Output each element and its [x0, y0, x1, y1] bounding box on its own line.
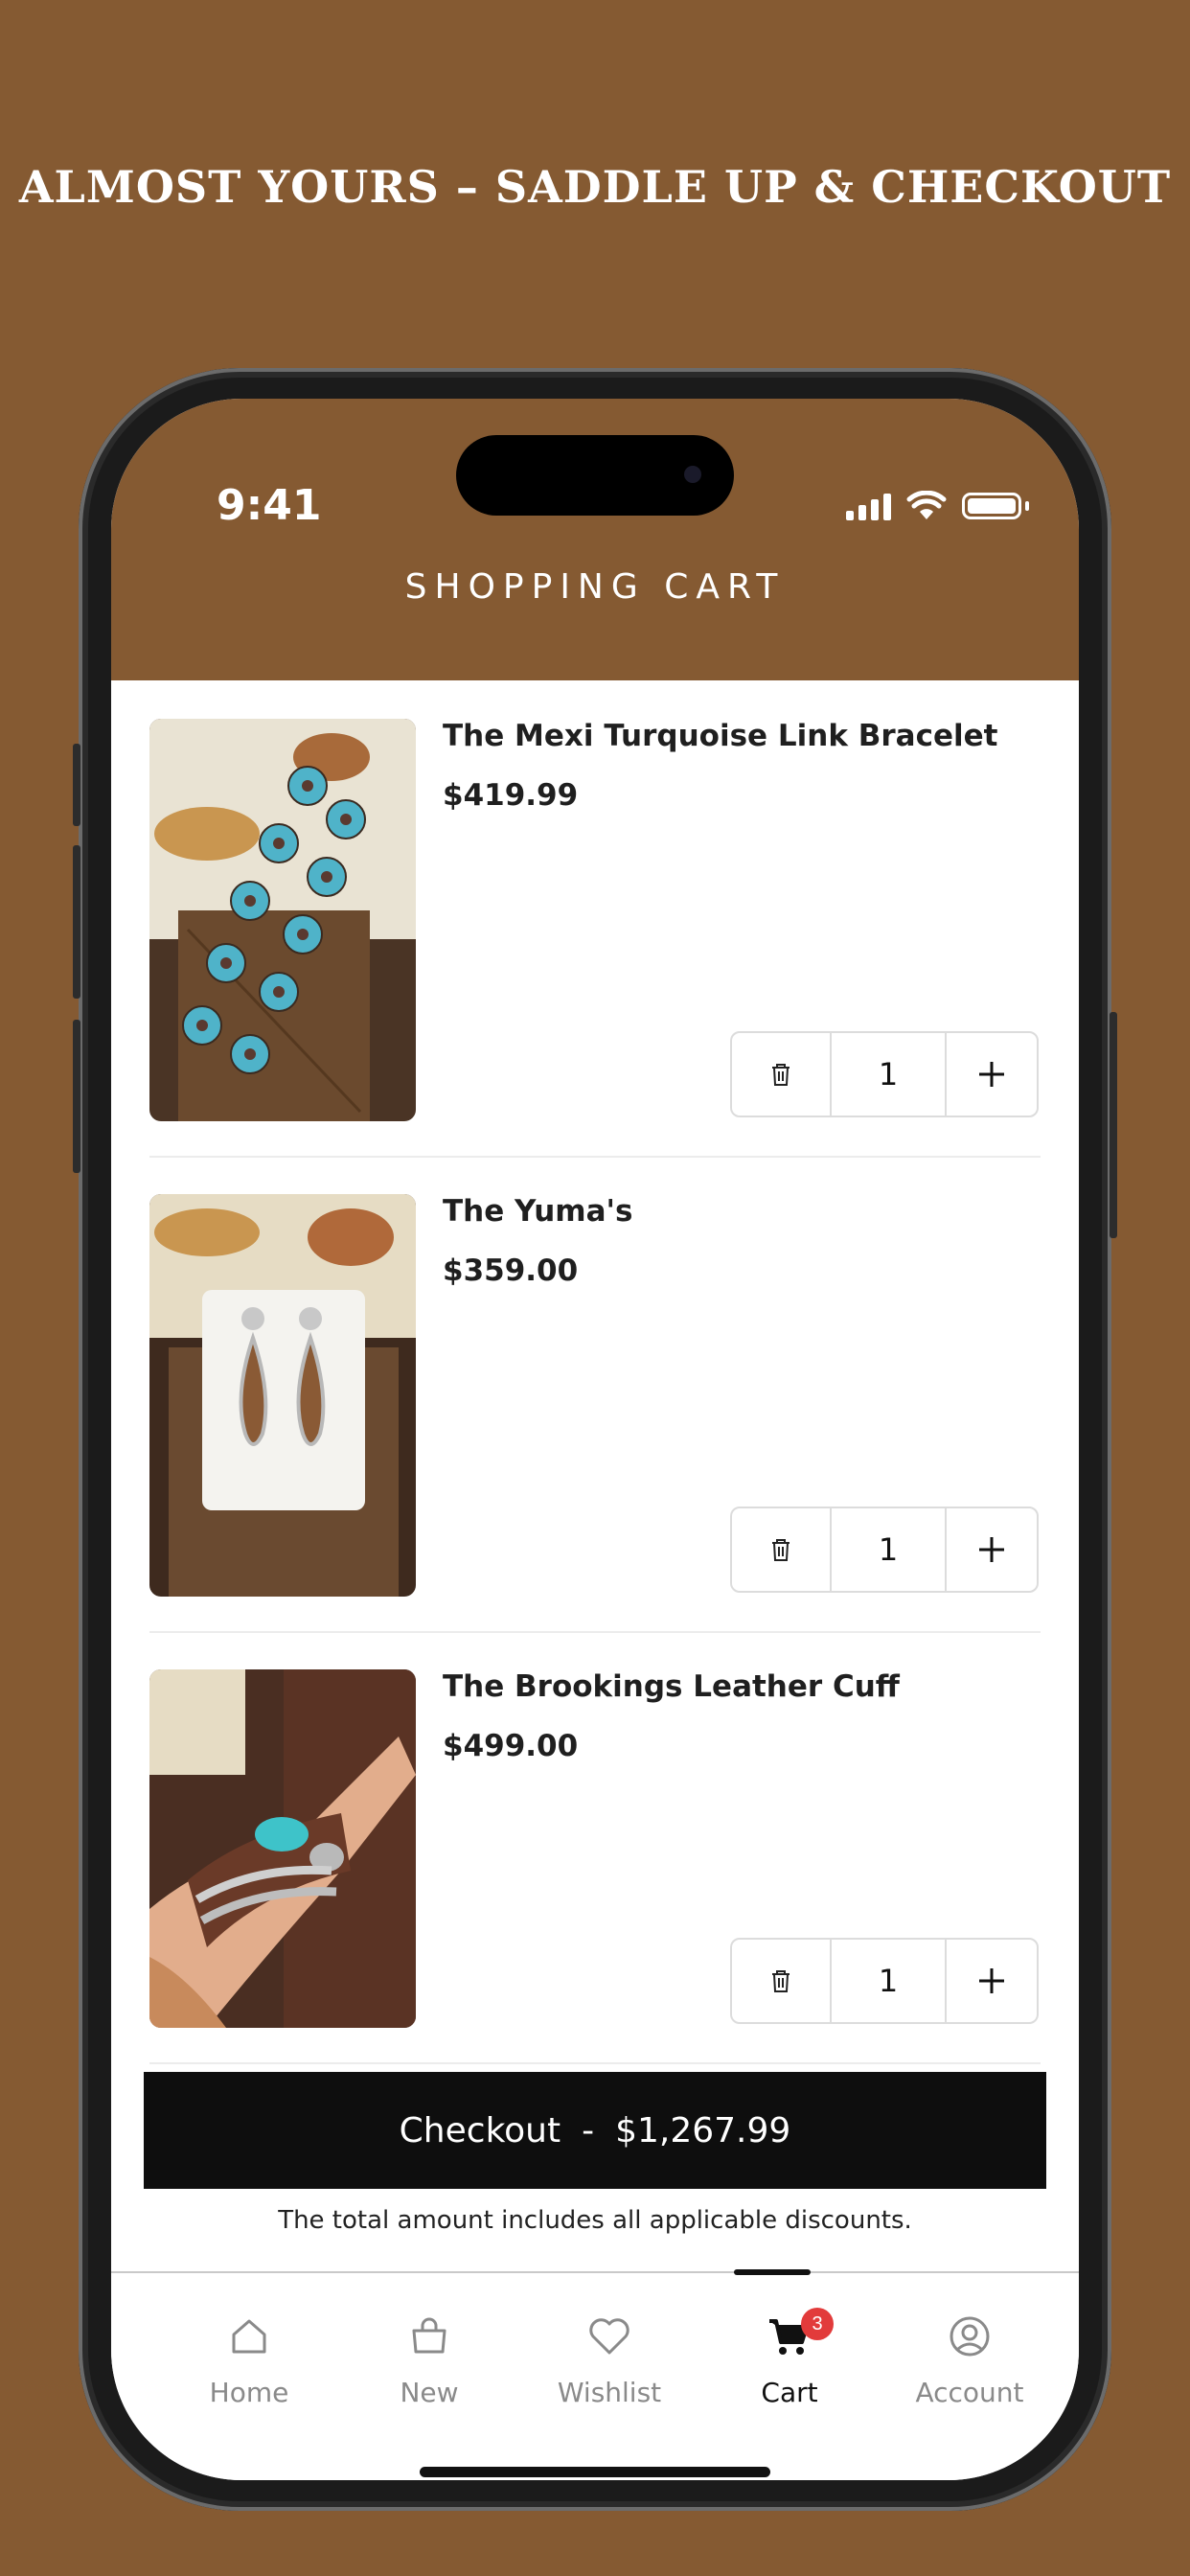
tab-label: Wishlist [557, 2377, 662, 2408]
cart-item: The Yuma's $359.00 1 [149, 1194, 1041, 1597]
status-icons [846, 491, 1029, 521]
cart-item: The Brookings Leather Cuff $499.00 1 [149, 1669, 1041, 2028]
product-image-earrings[interactable] [149, 1194, 416, 1597]
tab-label: Home [209, 2377, 289, 2408]
plus-icon [979, 1062, 1004, 1087]
delete-button[interactable] [732, 1508, 832, 1591]
quantity-stepper: 1 [730, 1031, 1039, 1117]
item-divider [149, 1631, 1041, 1633]
increase-quantity-button[interactable] [947, 1033, 1037, 1116]
dynamic-island [456, 435, 734, 516]
heart-icon [589, 2318, 629, 2355]
product-name[interactable]: The Mexi Turquoise Link Bracelet [443, 719, 997, 753]
tab-new[interactable]: New [353, 2310, 506, 2408]
product-image-cuff[interactable] [149, 1669, 416, 2028]
tab-account[interactable]: Account [893, 2310, 1046, 2408]
checkout-button[interactable]: Checkout - $1,267.99 [144, 2072, 1046, 2189]
increase-quantity-button[interactable] [947, 1508, 1037, 1591]
cart-count-badge: 3 [801, 2308, 834, 2340]
volume-down-button [73, 1020, 80, 1173]
quantity-value: 1 [832, 1033, 947, 1116]
phone-frame: 9:41 SHOPPING CART The Mexi Turquoise Li… [73, 368, 1117, 2511]
quantity-value: 1 [832, 1508, 947, 1591]
cart-item: The Mexi Turquoise Link Bracelet $419.99… [149, 719, 1041, 1121]
promo-headline: ALMOST YOURS – SADDLE UP & CHECKOUT [18, 161, 1172, 213]
product-price: $359.00 [443, 1254, 579, 1288]
item-divider [149, 1156, 1041, 1158]
tab-label: Cart [761, 2377, 818, 2408]
plus-icon [979, 1537, 1004, 1562]
app-screen: 9:41 SHOPPING CART The Mexi Turquoise Li… [111, 399, 1079, 2480]
trash-icon [772, 1970, 790, 1992]
product-price: $419.99 [443, 778, 579, 813]
tab-bar: Home New Wishlist 3 Cart Account [111, 2269, 1079, 2480]
tab-home[interactable]: Home [172, 2310, 326, 2408]
home-icon [232, 2319, 266, 2354]
signal-icon [846, 492, 891, 520]
quantity-value: 1 [832, 1940, 947, 2022]
status-time: 9:41 [217, 481, 322, 530]
bag-icon [412, 2317, 446, 2354]
power-button [1110, 1012, 1117, 1238]
product-name[interactable]: The Brookings Leather Cuff [443, 1669, 900, 1704]
tab-label: Account [915, 2377, 1024, 2408]
product-image-bracelet[interactable] [149, 719, 416, 1121]
user-icon [950, 2316, 990, 2357]
active-tab-indicator [734, 2269, 811, 2275]
trash-icon [772, 1539, 790, 1561]
quantity-stepper: 1 [730, 1506, 1039, 1593]
increase-quantity-button[interactable] [947, 1940, 1037, 2022]
product-name[interactable]: The Yuma's [443, 1194, 632, 1229]
home-indicator [420, 2467, 770, 2477]
product-price: $499.00 [443, 1729, 579, 1763]
wifi-icon [906, 491, 947, 519]
item-divider [149, 2062, 1041, 2064]
action-button [73, 744, 80, 826]
delete-button[interactable] [732, 1033, 832, 1116]
delete-button[interactable] [732, 1940, 832, 2022]
checkout-total: $1,267.99 [615, 2110, 791, 2150]
tab-cart[interactable]: 3 Cart [713, 2308, 866, 2408]
checkout-separator: - [582, 2110, 595, 2150]
page-title: SHOPPING CART [404, 567, 786, 607]
plus-icon [979, 1968, 1004, 1993]
app-header: 9:41 SHOPPING CART [111, 399, 1079, 680]
trash-icon [772, 1064, 790, 1086]
tab-wishlist[interactable]: Wishlist [533, 2310, 686, 2408]
discount-note: The total amount includes all applicable… [278, 2206, 912, 2235]
volume-up-button [73, 845, 80, 999]
checkout-label: Checkout [399, 2110, 561, 2150]
quantity-stepper: 1 [730, 1938, 1039, 2024]
tab-label: New [400, 2377, 459, 2408]
battery-icon [962, 493, 1021, 519]
